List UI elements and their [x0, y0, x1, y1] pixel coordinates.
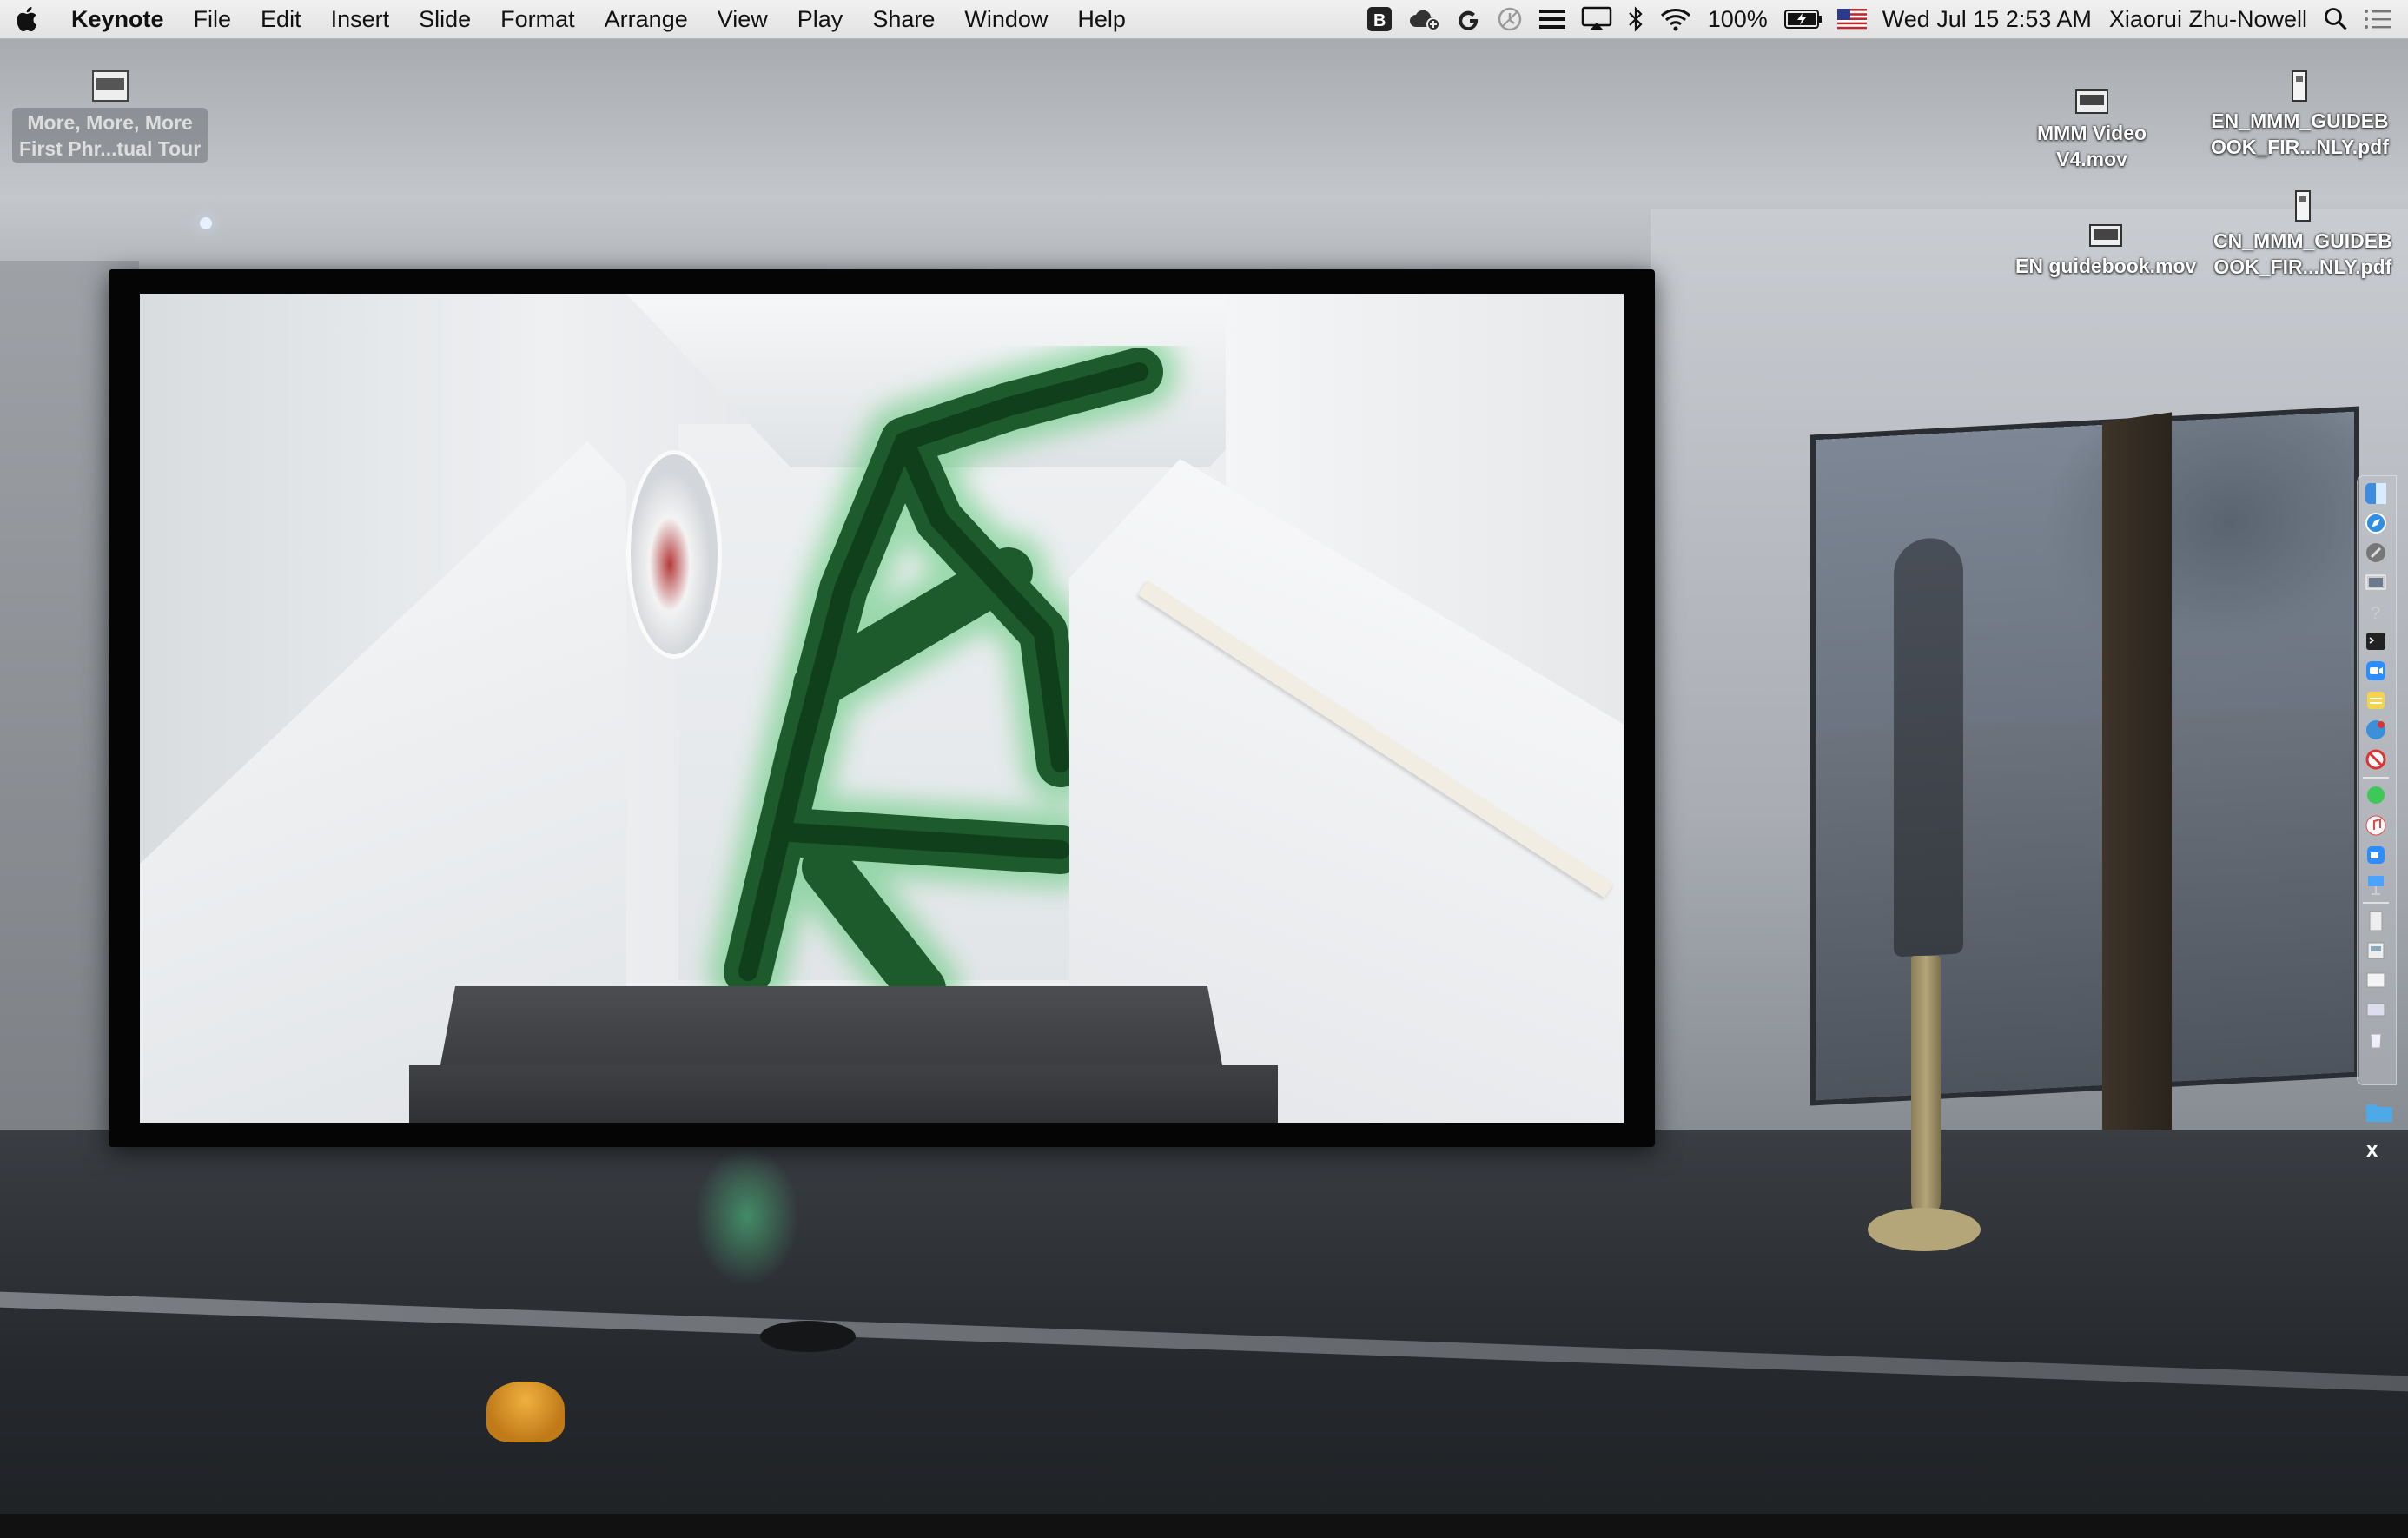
- finder-smile-icon[interactable]: [2363, 718, 2389, 742]
- desktop-icon-mmm-video-line2: V4.mov: [2056, 148, 2127, 170]
- video-call-icon[interactable]: [2363, 843, 2389, 867]
- desktop-icon-cn-pdf-line2: OOK_FIR...NLY.pdf: [2213, 255, 2392, 278]
- airplay-icon[interactable]: [1581, 0, 1612, 38]
- movie-file-icon: [2088, 222, 2123, 249]
- desktop-icon-en-guidebook-label: EN guidebook.mov: [2015, 255, 2197, 277]
- menu-list-icon[interactable]: [1538, 0, 1567, 38]
- folder-icon[interactable]: [2365, 1099, 2394, 1128]
- desktop-icon-cn-pdf-line1: CN_MMM_GUIDEB: [2213, 229, 2392, 252]
- wallpaper-green-reflection: [695, 1147, 799, 1286]
- desktop-icon-cn-pdf[interactable]: CN_MMM_GUIDEB OOK_FIR...NLY.pdf: [2213, 189, 2392, 280]
- bbedit-menu-icon[interactable]: B: [1366, 0, 1393, 38]
- svg-text:B: B: [1373, 11, 1386, 30]
- menu-view[interactable]: View: [703, 0, 783, 38]
- prohibited-icon[interactable]: [2363, 747, 2389, 772]
- messages-icon[interactable]: [2363, 784, 2389, 808]
- menu-share[interactable]: Share: [857, 0, 949, 38]
- projection-tree: [2041, 411, 2354, 689]
- zoom-app-icon[interactable]: [2363, 659, 2389, 683]
- desktop-icon-en-pdf[interactable]: EN_MMM_GUIDEB OOK_FIR...NLY.pdf: [2211, 70, 2389, 160]
- music-icon[interactable]: [2363, 813, 2389, 838]
- finder-icon[interactable]: [2363, 481, 2389, 506]
- svg-text:?: ?: [2371, 604, 2380, 623]
- dock-separator: [2363, 777, 2389, 779]
- menu-bar-left: Keynote File Edit Insert Slide Format Ar…: [0, 0, 1141, 38]
- pdf-file-icon: [2289, 70, 2310, 104]
- keynote-app-icon[interactable]: [2363, 872, 2389, 897]
- wifi-icon[interactable]: [1659, 0, 1692, 38]
- keynote-slide-window[interactable]: [109, 269, 1655, 1147]
- desktop-icon-mmm-video-label: MMM Video V4.mov: [2037, 120, 2147, 172]
- wallpaper-floor-hole: [760, 1321, 856, 1352]
- photos-icon[interactable]: [2363, 570, 2389, 594]
- menu-edit[interactable]: Edit: [246, 0, 316, 38]
- menu-format[interactable]: Format: [486, 0, 590, 38]
- help-icon[interactable]: ?: [2363, 600, 2389, 624]
- menu-help[interactable]: Help: [1062, 0, 1141, 38]
- menu-slide[interactable]: Slide: [404, 0, 486, 38]
- launchpad-icon[interactable]: [2363, 540, 2389, 565]
- spotlight-search-icon[interactable]: [2323, 0, 2349, 38]
- google-drive-icon[interactable]: [1456, 0, 1482, 38]
- dock-separator: [2363, 902, 2389, 904]
- desktop-icon-tour-line2: First Phr...tual Tour: [19, 137, 202, 160]
- dock: ?: [2357, 475, 2397, 1085]
- menu-window[interactable]: Window: [949, 0, 1062, 38]
- wallpaper-panel-frame: [2102, 412, 2172, 1204]
- safari-icon[interactable]: [2363, 511, 2389, 535]
- menu-insert[interactable]: Insert: [316, 0, 405, 38]
- projection-figure: [1894, 536, 1963, 958]
- desktop-icon-tour-line1: More, More, More: [27, 111, 193, 134]
- slide-photo: [140, 294, 1624, 1123]
- bluetooth-icon[interactable]: [1626, 0, 1645, 38]
- menu-app-keynote[interactable]: Keynote: [71, 0, 179, 38]
- battery-charging-icon[interactable]: [1783, 0, 1823, 38]
- menu-clock[interactable]: Wed Jul 15 2:53 AM: [1874, 6, 2100, 33]
- menu-file[interactable]: File: [179, 0, 247, 38]
- user-account-name[interactable]: Xiaorui Zhu-Nowell: [2100, 6, 2316, 33]
- screen-icon[interactable]: [2363, 998, 2389, 1022]
- notification-center-icon[interactable]: [2363, 0, 2392, 38]
- desktop-icon-en-pdf-line2: OOK_FIR...NLY.pdf: [2211, 136, 2389, 158]
- slide-stair-step-upper: [440, 986, 1223, 1070]
- document-icon[interactable]: [2363, 909, 2389, 933]
- cloud-sync-icon[interactable]: [1407, 0, 1442, 38]
- trash-icon[interactable]: [2363, 1027, 2389, 1051]
- slide-stair-step-lower: [409, 1065, 1278, 1123]
- pdf-file-icon: [2292, 189, 2313, 224]
- slide-porthole-window: [626, 450, 722, 659]
- dock-close-icon[interactable]: x: [2366, 1138, 2378, 1163]
- wallpaper-vase: [1911, 956, 1941, 1216]
- menu-bar-status-area: B 100% Wed Jul 15 2:53 AM Xiaorui Zhu-No…: [1359, 0, 2408, 38]
- desktop-icon-en-pdf-label: EN_MMM_GUIDEB OOK_FIR...NLY.pdf: [2211, 108, 2389, 160]
- wallpaper-mushroom-sculpture: [486, 1382, 565, 1442]
- time-machine-icon[interactable]: [1496, 0, 1524, 38]
- desktop-icon-en-pdf-line1: EN_MMM_GUIDEB: [2211, 109, 2389, 132]
- keynote-file-icon: [91, 70, 129, 104]
- desktop-icon-cn-pdf-label: CN_MMM_GUIDEB OOK_FIR...NLY.pdf: [2213, 228, 2392, 280]
- screen-bottom-edge: [0, 1514, 2408, 1538]
- apple-menu-icon[interactable]: [16, 4, 42, 34]
- us-flag-icon[interactable]: [1836, 0, 1867, 38]
- desktop-icon-tour-label: More, More, More First Phr...tual Tour: [12, 108, 208, 163]
- terminal-icon[interactable]: [2363, 629, 2389, 653]
- desktop-icon-en-guidebook[interactable]: EN guidebook.mov: [2015, 222, 2196, 279]
- notes-icon[interactable]: [2363, 688, 2389, 713]
- menu-bar: Keynote File Edit Insert Slide Format Ar…: [0, 0, 2408, 39]
- wallpaper-vase-base: [1868, 1208, 1981, 1251]
- document-stack-icon[interactable]: [2363, 938, 2389, 963]
- wallpaper-ceiling-light: [200, 217, 212, 229]
- battery-percent[interactable]: 100%: [1699, 6, 1776, 33]
- desktop-icon-mmm-video-line1: MMM Video: [2037, 122, 2147, 144]
- wallpaper-projection-screen: [1816, 411, 2354, 1101]
- preview-window-icon[interactable]: [2363, 968, 2389, 992]
- desktop-icon-tour[interactable]: More, More, More First Phr...tual Tour: [12, 70, 208, 163]
- menu-play[interactable]: Play: [783, 0, 858, 38]
- menu-arrange[interactable]: Arrange: [590, 0, 703, 38]
- desktop-icon-mmm-video[interactable]: MMM Video V4.mov: [2037, 87, 2147, 172]
- movie-file-icon: [2074, 87, 2109, 116]
